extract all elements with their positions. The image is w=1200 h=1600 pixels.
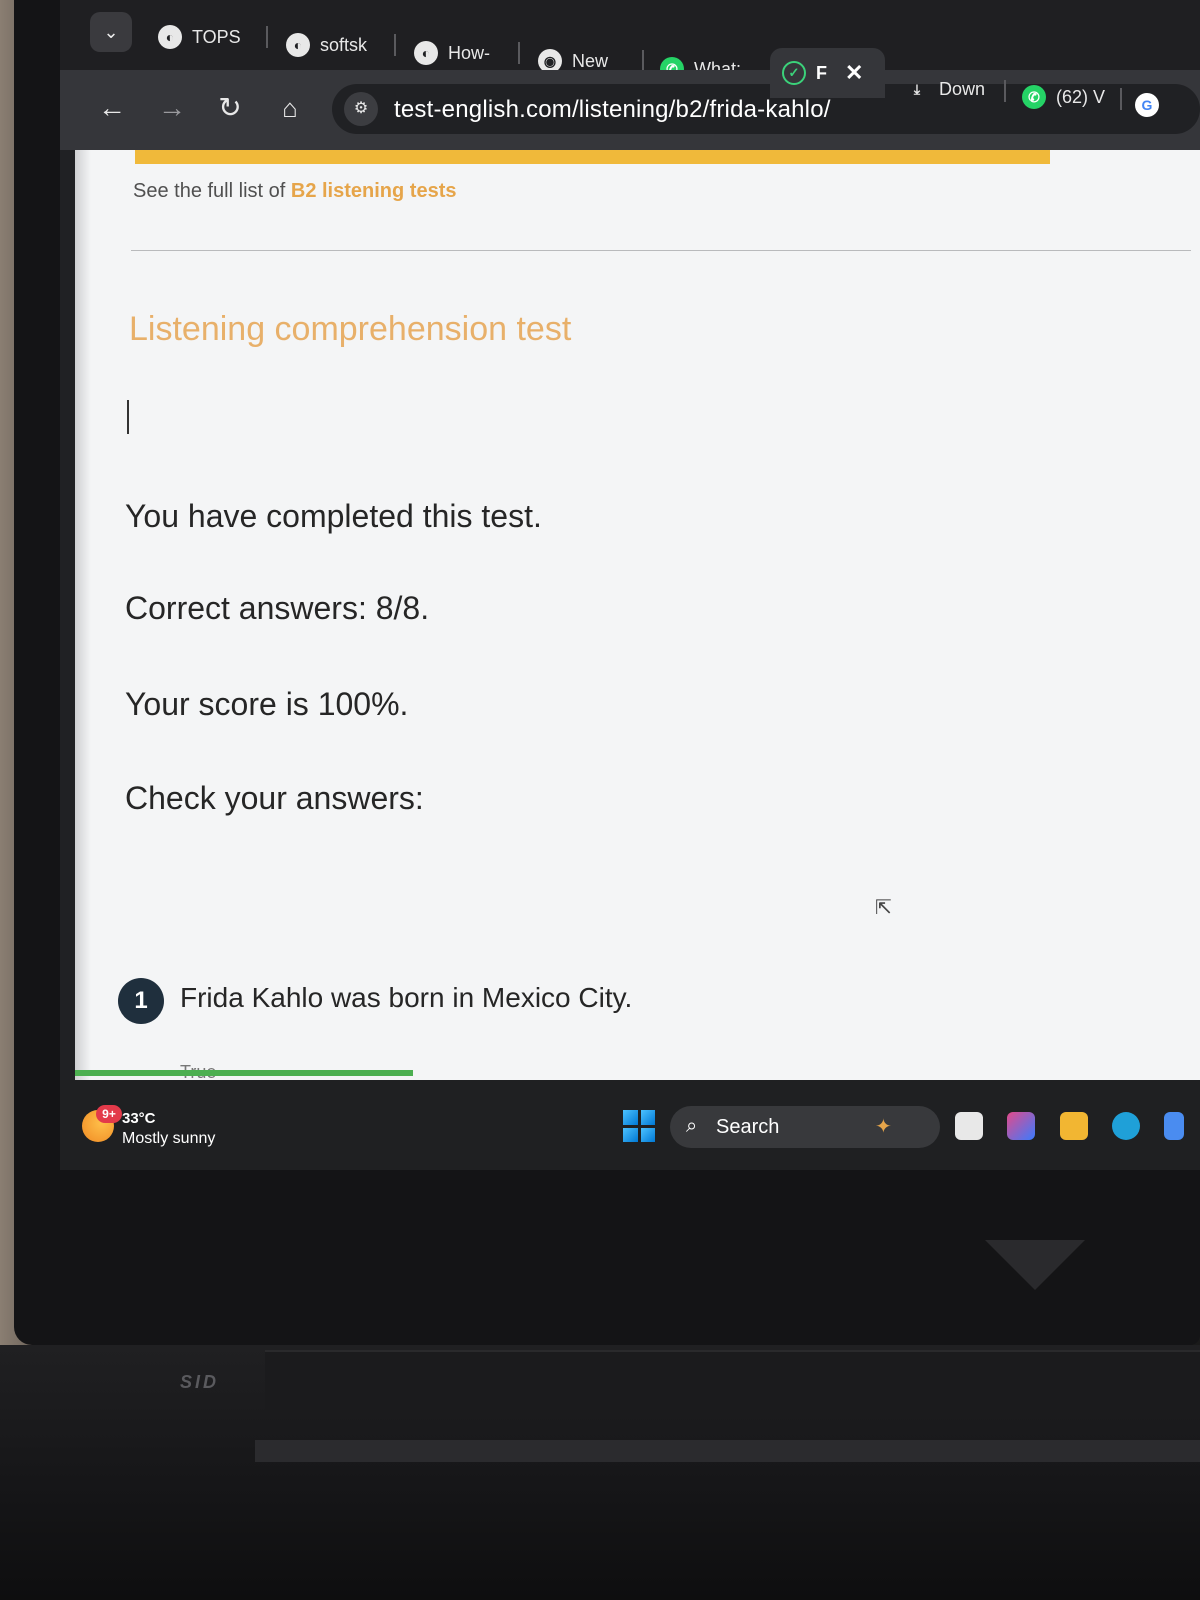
taskbar: 9+ 33°C Mostly sunny ⌕ Search ✦ [60,1080,1200,1170]
score: Your score is 100%. [125,686,409,722]
mouse-cursor-icon: ⇱ [875,897,892,919]
tab-label: F [816,62,827,83]
page-edge [75,150,91,1080]
tab-strip: ⌄ ◐ TOPS ◐ softsk ◐ How- ◉ New ✆ What: [60,0,1200,81]
tab-whatsapp-62[interactable]: ✆ (62) V [1022,82,1105,112]
tab-separator [1004,80,1006,102]
weather-condition: Mostly sunny [122,1130,216,1147]
b2-listening-tests-link[interactable]: B2 listening tests [291,180,457,202]
download-icon: ⤓ [913,80,921,97]
tab-separator [1120,88,1122,110]
full-list-prefix: See the full list of [133,180,286,202]
check-circle-icon: ✓ [782,61,806,85]
tab-separator [266,26,268,48]
taskbar-search[interactable]: ⌕ Search ✦ [670,1106,940,1148]
tab-label: (62) V [1056,86,1106,107]
globe-icon: ◐ [158,25,182,49]
url-text: test-english.com/listening/b2/frida-kahl… [394,96,831,123]
progress-bar [75,1070,413,1076]
tab-downloads[interactable]: ⤓ Down [905,74,985,104]
question-text: Frida Kahlo was born in Mexico City. [180,982,633,1013]
edge-icon[interactable] [1112,1112,1140,1140]
laptop-logo [985,1240,1085,1290]
full-list-line: See the full list of B2 listening tests [133,180,456,203]
text-caret [127,400,129,434]
laptop-hinge [265,1350,1200,1412]
tab-softsk[interactable]: ◐ softsk [286,30,367,60]
tab-separator [518,42,520,64]
completed-message: You have completed this test. [125,498,542,534]
tab-google[interactable]: G [1135,90,1159,120]
notification-badge: 9+ [96,1105,122,1123]
weather-temperature: 33°C [122,1110,156,1127]
screen: ⌄ ◐ TOPS ◐ softsk ◐ How- ◉ New ✆ What: ←… [60,0,1200,1170]
tab-label: Down [939,78,986,99]
correct-answers: Correct answers: 8/8. [125,590,430,626]
question-number-badge: 1 [118,978,164,1024]
task-view-icon[interactable] [955,1112,983,1140]
tab-tops[interactable]: ◐ TOPS [158,22,241,52]
whatsapp-icon: ✆ [1022,85,1046,109]
copilot-icon[interactable] [1007,1112,1035,1140]
globe-icon: ◐ [414,41,438,65]
google-icon: G [1135,93,1159,117]
tab-label: How- [448,42,491,63]
check-answers-heading: Check your answers: [125,780,424,816]
tab-how[interactable]: ◐ How- [414,38,490,68]
forward-button[interactable]: → [152,88,192,128]
tab-active[interactable]: ✓ F ✕ [770,48,885,98]
banner-bar [135,150,1050,164]
search-label: Search [716,1116,780,1138]
divider [131,250,1191,251]
store-icon[interactable] [1164,1112,1184,1140]
search-icon: ⌕ [686,1115,698,1137]
tab-search-button[interactable]: ⌄ [90,12,132,52]
tab-label: New [572,50,609,71]
file-explorer-icon[interactable] [1060,1112,1088,1140]
reload-button[interactable]: ↻ [210,88,250,128]
globe-icon: ◐ [286,33,310,57]
tab-label: softsk [320,34,368,55]
tab-label: TOPS [192,26,241,47]
windows-start-icon[interactable] [623,1110,655,1142]
page-content: See the full list of B2 listening tests … [75,150,1200,1082]
site-info-icon[interactable]: ⚙ [344,92,378,126]
close-tab-icon[interactable]: ✕ [845,60,863,86]
tab-separator [642,50,644,72]
back-button[interactable]: ← [92,88,132,128]
section-title: Listening comprehension test [129,310,572,348]
home-button[interactable]: ⌂ [270,88,310,128]
search-highlight-icon: ✦ [875,1116,892,1138]
laptop-brand-mark: SID [180,1372,220,1392]
tab-separator [394,34,396,56]
keyboard-strip [255,1440,1200,1462]
